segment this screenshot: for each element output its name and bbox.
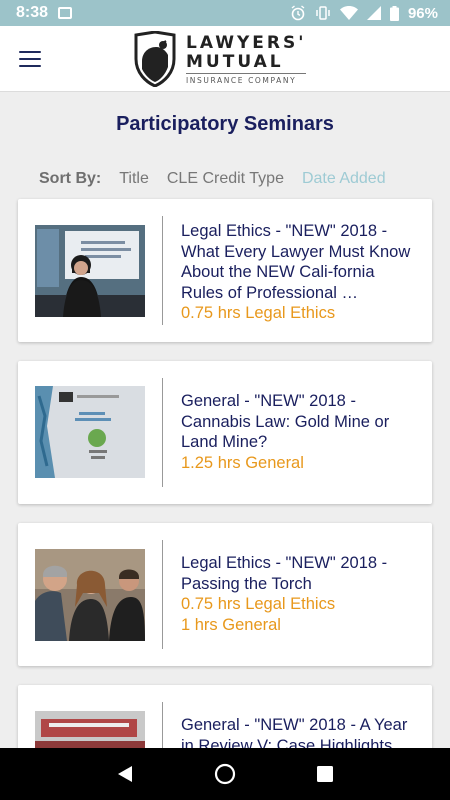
sort-option-cle-credit-type[interactable]: CLE Credit Type [167,170,284,188]
home-button[interactable] [205,754,245,794]
seminar-card[interactable]: Legal Ethics - "NEW" 2018 - Passing the … [18,523,432,666]
seminar-title: Legal Ethics - "NEW" 2018 - What Every L… [181,222,411,302]
seminar-thumbnail [35,549,145,641]
sort-row: Sort By: Title CLE Credit Type Date Adde… [39,170,404,188]
seminar-text: General - "NEW" 2018 - Cannabis Law: Gol… [181,391,417,473]
home-icon [214,763,236,785]
status-time: 8:38 [16,4,49,21]
seminar-text: Legal Ethics - "NEW" 2018 - Passing the … [181,553,417,635]
battery-icon [389,5,399,21]
bear-shield-icon [134,31,176,87]
logo-text: LAWYERS' MUTUAL INSURANCE COMPANY [186,32,307,85]
seminar-credit: 0.75 hrs Legal Ethics [181,595,336,613]
signal-icon [366,6,381,20]
page-title: Participatory Seminars [116,113,334,135]
menu-button[interactable] [0,26,60,92]
hamburger-menu-icon [19,50,41,67]
logo: LAWYERS' MUTUAL INSURANCE COMPANY [132,31,307,87]
battery-percentage: 96% [407,4,438,22]
status-icons: 96% [290,5,438,22]
seminar-thumbnail [35,386,145,478]
seminar-card[interactable]: Legal Ethics - "NEW" 2018 - What Every L… [18,199,432,342]
seminar-title: General - "NEW" 2018 - Cannabis Law: Gol… [181,392,390,451]
wifi-icon [339,6,358,20]
app-header: LAWYERS' MUTUAL INSURANCE COMPANY [0,26,450,92]
card-divider [162,378,163,487]
seminar-text: Legal Ethics - "NEW" 2018 - What Every L… [181,221,417,324]
card-divider [162,540,163,649]
sort-option-title[interactable]: Title [119,170,149,188]
alarm-icon [291,5,305,21]
seminar-card[interactable]: General - "NEW" 2018 - Cannabis Law: Gol… [18,361,432,504]
image-icon [58,7,73,19]
back-button[interactable] [105,754,145,794]
recents-icon [317,766,333,782]
seminar-credit: 1 hrs General [181,615,281,634]
seminar-credit: 1.25 hrs General [181,453,304,472]
sort-option-date-added[interactable]: Date Added [302,170,386,188]
sort-label: Sort By: [39,170,102,187]
seminar-title: Legal Ethics - "NEW" 2018 - Passing the … [181,554,388,593]
logo-line-2: MUTUAL [186,51,284,72]
logo-line-3: INSURANCE COMPANY [186,72,307,85]
card-divider [162,216,163,325]
navigation-bar [0,748,450,800]
vibrate-icon [316,6,330,20]
seminar-thumbnail [35,225,145,317]
status-bar: 8:38 96% [0,0,450,26]
back-icon [118,766,132,782]
seminar-credit: 0.75 hrs Legal Ethics [181,304,336,322]
recents-button[interactable] [305,754,345,794]
logo-line-1: LAWYERS' [186,32,307,53]
